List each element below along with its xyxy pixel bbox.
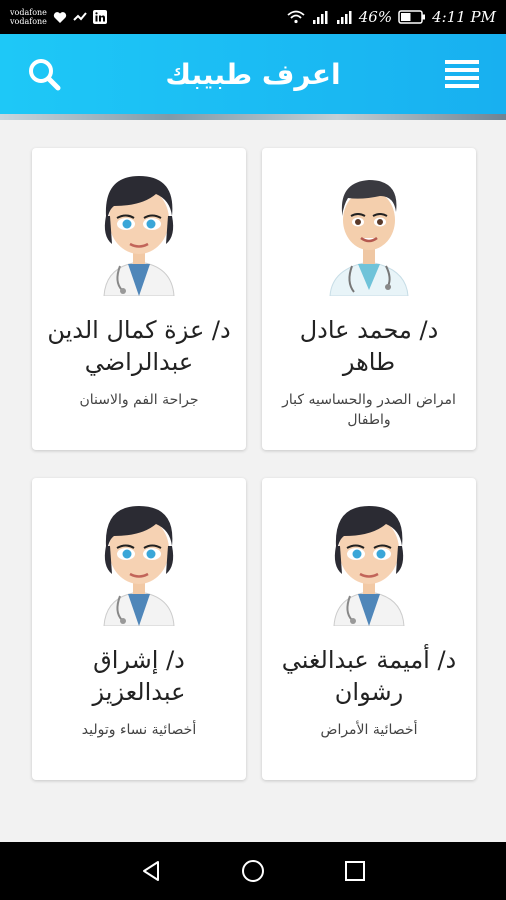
battery-icon bbox=[398, 10, 426, 24]
doctor-name: د/ عزة كمال الدين عبدالراضي bbox=[47, 316, 231, 376]
status-bar: vodafone vodafone 46% 4:11 PM bbox=[0, 0, 506, 34]
home-button[interactable] bbox=[233, 851, 273, 891]
female-doctor-avatar bbox=[333, 506, 405, 626]
back-button[interactable] bbox=[131, 851, 171, 891]
signal-icon-1 bbox=[311, 10, 329, 24]
back-icon bbox=[143, 861, 159, 881]
doctor-name: د/ أميمة عبدالغني رشوان bbox=[281, 646, 457, 706]
doctor-name: د/ محمد عادل طاهر bbox=[299, 316, 439, 376]
doctor-card[interactable]: د/ إشراق عبدالعزيز أخصائية نساء وتوليد bbox=[32, 478, 246, 780]
female-doctor-avatar bbox=[103, 506, 175, 626]
menu-icon bbox=[445, 60, 479, 88]
linkedin-icon bbox=[92, 10, 107, 24]
search-button[interactable] bbox=[24, 54, 64, 94]
doctor-specialty: أخصائية نساء وتوليد bbox=[81, 722, 197, 738]
carrier-1: vodafone bbox=[10, 8, 47, 17]
clock: 4:11 PM bbox=[432, 8, 496, 26]
page-title: اعرف طبيبك bbox=[165, 57, 341, 91]
heart-icon bbox=[53, 11, 67, 24]
female-doctor-avatar bbox=[103, 176, 175, 296]
doctor-specialty: امراض الصدر والحساسيه كبار واطفال bbox=[282, 392, 456, 428]
signal-icon-2 bbox=[335, 10, 353, 24]
doctor-name: د/ إشراق عبدالعزيز bbox=[92, 646, 186, 706]
recents-button[interactable] bbox=[335, 851, 375, 891]
doctor-card[interactable]: د/ أميمة عبدالغني رشوان أخصائية الأمراض bbox=[262, 478, 476, 780]
system-nav-bar bbox=[0, 842, 506, 900]
search-icon bbox=[29, 59, 61, 91]
app-bar: اعرف طبيبك bbox=[0, 34, 506, 114]
header-image-strip bbox=[0, 114, 506, 120]
carrier-2: vodafone bbox=[10, 17, 47, 26]
doctor-card[interactable]: د/ محمد عادل طاهر امراض الصدر والحساسيه … bbox=[262, 148, 476, 450]
doctor-specialty: أخصائية الأمراض bbox=[320, 722, 418, 738]
menu-button[interactable] bbox=[442, 54, 482, 94]
carrier-labels: vodafone vodafone bbox=[10, 8, 47, 26]
doctor-card[interactable]: د/ عزة كمال الدين عبدالراضي جراحة الفم و… bbox=[32, 148, 246, 450]
doctor-grid: د/ عزة كمال الدين عبدالراضي جراحة الفم و… bbox=[32, 148, 476, 780]
doctor-specialty: جراحة الفم والاسنان bbox=[79, 392, 199, 408]
signal-check-icon bbox=[73, 11, 87, 23]
male-doctor-avatar bbox=[319, 180, 419, 296]
wifi-icon bbox=[287, 10, 305, 24]
home-icon bbox=[242, 860, 264, 882]
recents-icon bbox=[345, 861, 365, 881]
battery-percent: 46% bbox=[358, 8, 393, 26]
